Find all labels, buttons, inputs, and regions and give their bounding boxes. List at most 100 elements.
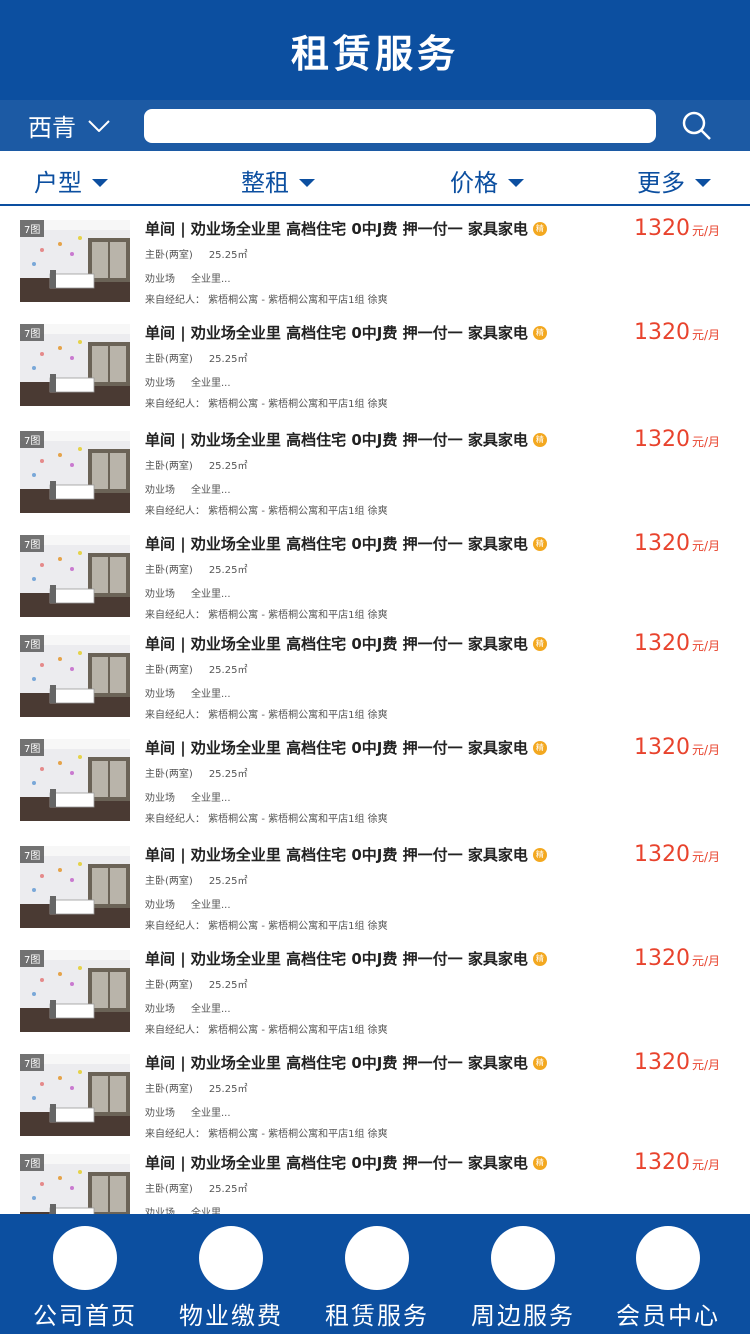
listing-thumbnail[interactable]: 7图: [20, 535, 130, 617]
listing-room-info: 主卧(两室) 25.25㎡: [145, 1180, 247, 1195]
listing-room-info: 主卧(两室) 25.25㎡: [145, 246, 247, 261]
listing-title-text: 单间 | 劝业场全业里 高档住宅 0中J费 押一付一 家具家电: [145, 950, 528, 968]
listing-thumbnail[interactable]: 7图: [20, 1154, 130, 1214]
listing-price: 1320 元/月: [634, 427, 720, 452]
agent-text: 来自经纪人： 紫梧桐公寓 - 紫梧桐公寓和平店1组 徐爽: [145, 1025, 388, 1036]
tab-property-fee[interactable]: 物业缴费: [171, 1214, 291, 1331]
filter-price[interactable]: 价格: [450, 163, 524, 198]
photo-count-badge: 7图: [20, 846, 45, 863]
listing-location: 劝业场 全业里...: [145, 789, 231, 804]
bottom-tab-bar: 公司首页 物业缴费 租赁服务 周边服务 会员中心: [0, 1214, 750, 1334]
listing-price: 1320 元/月: [634, 1050, 720, 1075]
search-input[interactable]: [144, 108, 656, 143]
listing-title-text: 单间 | 劝业场全业里 高档住宅 0中J费 押一付一 家具家电: [145, 635, 528, 653]
filter-label: 更多: [637, 169, 685, 197]
listing-title[interactable]: 单间 | 劝业场全业里 高档住宅 0中J费 押一付一 家具家电精: [145, 948, 547, 969]
photo-count-badge: 7图: [20, 635, 45, 652]
listing-thumbnail[interactable]: 7图: [20, 635, 130, 717]
listing-agent: 来自经纪人： 紫梧桐公寓 - 紫梧桐公寓和平店1组 徐爽: [145, 395, 388, 410]
price-value: 1320: [633, 735, 690, 760]
listing-price: 1320 元/月: [634, 216, 720, 241]
filter-layout[interactable]: 户型: [34, 163, 108, 198]
listing-title[interactable]: 单间 | 劝业场全业里 高档住宅 0中J费 押一付一 家具家电精: [145, 1152, 547, 1173]
tab-member-center[interactable]: 会员中心: [608, 1214, 728, 1331]
district: 劝业场: [145, 378, 175, 389]
photo-count-badge: 7图: [20, 535, 45, 552]
room-area: 25.25㎡: [208, 461, 248, 472]
listing-item[interactable]: 7图 单间 | 劝业场全业里 高档住宅 0中J费 押一付一 家具家电精主卧(两室)…: [0, 621, 750, 725]
listing-item[interactable]: 7图 单间 | 劝业场全业里 高档住宅 0中J费 押一付一 家具家电精主卧(两室)…: [0, 1040, 750, 1144]
tab-label: 物业缴费: [179, 1302, 283, 1330]
district: 劝业场: [145, 1004, 175, 1015]
tab-rental-service[interactable]: 租赁服务: [317, 1214, 437, 1331]
medal-icon: 精: [532, 740, 547, 755]
listing-title[interactable]: 单间 | 劝业场全业里 高档住宅 0中J费 押一付一 家具家电精: [145, 1052, 547, 1073]
room-type: 主卧(两室): [145, 250, 193, 261]
listing-room-info: 主卧(两室) 25.25㎡: [145, 661, 247, 676]
city-selector[interactable]: 西青: [28, 108, 144, 143]
listing-title-text: 单间 | 劝业场全业里 高档住宅 0中J费 押一付一 家具家电: [145, 431, 528, 449]
listing-title[interactable]: 单间 | 劝业场全业里 高档住宅 0中J费 押一付一 家具家电精: [145, 533, 547, 554]
listing-title[interactable]: 单间 | 劝业场全业里 高档住宅 0中J费 押一付一 家具家电精: [145, 322, 547, 343]
listing-thumbnail[interactable]: 7图: [20, 220, 130, 302]
room-area: 25.25㎡: [208, 354, 248, 365]
tab-company-home[interactable]: 公司首页: [25, 1214, 145, 1331]
tab-icon: [199, 1226, 263, 1290]
room-area: 25.25㎡: [208, 1084, 248, 1095]
agent-text: 来自经纪人： 紫梧桐公寓 - 紫梧桐公寓和平店1组 徐爽: [145, 506, 388, 517]
tab-nearby-service[interactable]: 周边服务: [463, 1214, 583, 1331]
caret-down-icon: [508, 178, 524, 187]
agent-text: 来自经纪人： 紫梧桐公寓 - 紫梧桐公寓和平店1组 徐爽: [145, 295, 388, 306]
tab-label: 周边服务: [471, 1302, 575, 1330]
listing-room-info: 主卧(两室) 25.25㎡: [145, 765, 247, 780]
listing-location: 劝业场 全业里...: [145, 374, 231, 389]
listing-item[interactable]: 7图 单间 | 劝业场全业里 高档住宅 0中J费 押一付一 家具家电精主卧(两室)…: [0, 1140, 750, 1214]
listing-thumbnail[interactable]: 7图: [20, 846, 130, 928]
listing-title[interactable]: 单间 | 劝业场全业里 高档住宅 0中J费 押一付一 家具家电精: [145, 844, 547, 865]
listing-title[interactable]: 单间 | 劝业场全业里 高档住宅 0中J费 押一付一 家具家电精: [145, 737, 547, 758]
listing-title[interactable]: 单间 | 劝业场全业里 高档住宅 0中J费 押一付一 家具家电精: [145, 633, 547, 654]
listing-item[interactable]: 7图 单间 | 劝业场全业里 高档住宅 0中J费 押一付一 家具家电精主卧(两室)…: [0, 936, 750, 1040]
listing-thumbnail[interactable]: 7图: [20, 1054, 130, 1136]
listing-thumbnail[interactable]: 7图: [20, 324, 130, 406]
listing-title[interactable]: 单间 | 劝业场全业里 高档住宅 0中J费 押一付一 家具家电精: [145, 429, 547, 450]
medal-icon: 精: [532, 536, 547, 551]
community: 全业里...: [191, 274, 231, 285]
filter-rent-type[interactable]: 整租: [241, 163, 315, 198]
listing-thumbnail[interactable]: 7图: [20, 431, 130, 513]
search-button[interactable]: [682, 111, 712, 141]
medal-icon: 精: [532, 951, 547, 966]
caret-down-icon: [695, 178, 711, 187]
price-unit: 元/月: [691, 328, 720, 342]
filter-label: 户型: [34, 169, 82, 197]
room-area: 25.25㎡: [208, 250, 248, 261]
chevron-down-icon: [88, 119, 110, 132]
listing-room-info: 主卧(两室) 25.25㎡: [145, 350, 247, 365]
listing-price: 1320 元/月: [634, 1150, 720, 1175]
filter-more[interactable]: 更多: [637, 163, 711, 198]
listing-thumbnail[interactable]: 7图: [20, 950, 130, 1032]
listing-title[interactable]: 单间 | 劝业场全业里 高档住宅 0中J费 押一付一 家具家电精: [145, 218, 547, 239]
price-unit: 元/月: [691, 539, 720, 553]
tab-icon: [636, 1226, 700, 1290]
listing-agent: 来自经纪人： 紫梧桐公寓 - 紫梧桐公寓和平店1组 徐爽: [145, 502, 388, 517]
listing-location: 劝业场 全业里...: [145, 270, 231, 285]
listing-item[interactable]: 7图 单间 | 劝业场全业里 高档住宅 0中J费 押一付一 家具家电精主卧(两室)…: [0, 725, 750, 829]
medal-icon: 精: [532, 325, 547, 340]
listing-item[interactable]: 7图 单间 | 劝业场全业里 高档住宅 0中J费 押一付一 家具家电精主卧(两室)…: [0, 521, 750, 625]
listing-item[interactable]: 7图 单间 | 劝业场全业里 高档住宅 0中J费 押一付一 家具家电精主卧(两室)…: [0, 206, 750, 310]
room-type: 主卧(两室): [145, 1184, 193, 1195]
search-bar: 西青: [0, 100, 750, 151]
listing-item[interactable]: 7图 单间 | 劝业场全业里 高档住宅 0中J费 押一付一 家具家电精主卧(两室)…: [0, 417, 750, 521]
listing-item[interactable]: 7图 单间 | 劝业场全业里 高档住宅 0中J费 押一付一 家具家电精主卧(两室)…: [0, 832, 750, 936]
listing-price: 1320 元/月: [634, 735, 720, 760]
price-unit: 元/月: [691, 743, 720, 757]
listing-item[interactable]: 7图 单间 | 劝业场全业里 高档住宅 0中J费 押一付一 家具家电精主卧(两室)…: [0, 310, 750, 414]
listing-thumbnail[interactable]: 7图: [20, 739, 130, 821]
filter-label: 整租: [241, 169, 289, 197]
medal-icon: 精: [532, 432, 547, 447]
district: 劝业场: [145, 689, 175, 700]
price-value: 1320: [633, 1150, 690, 1175]
caret-down-icon: [299, 178, 315, 187]
room-area: 25.25㎡: [208, 665, 248, 676]
